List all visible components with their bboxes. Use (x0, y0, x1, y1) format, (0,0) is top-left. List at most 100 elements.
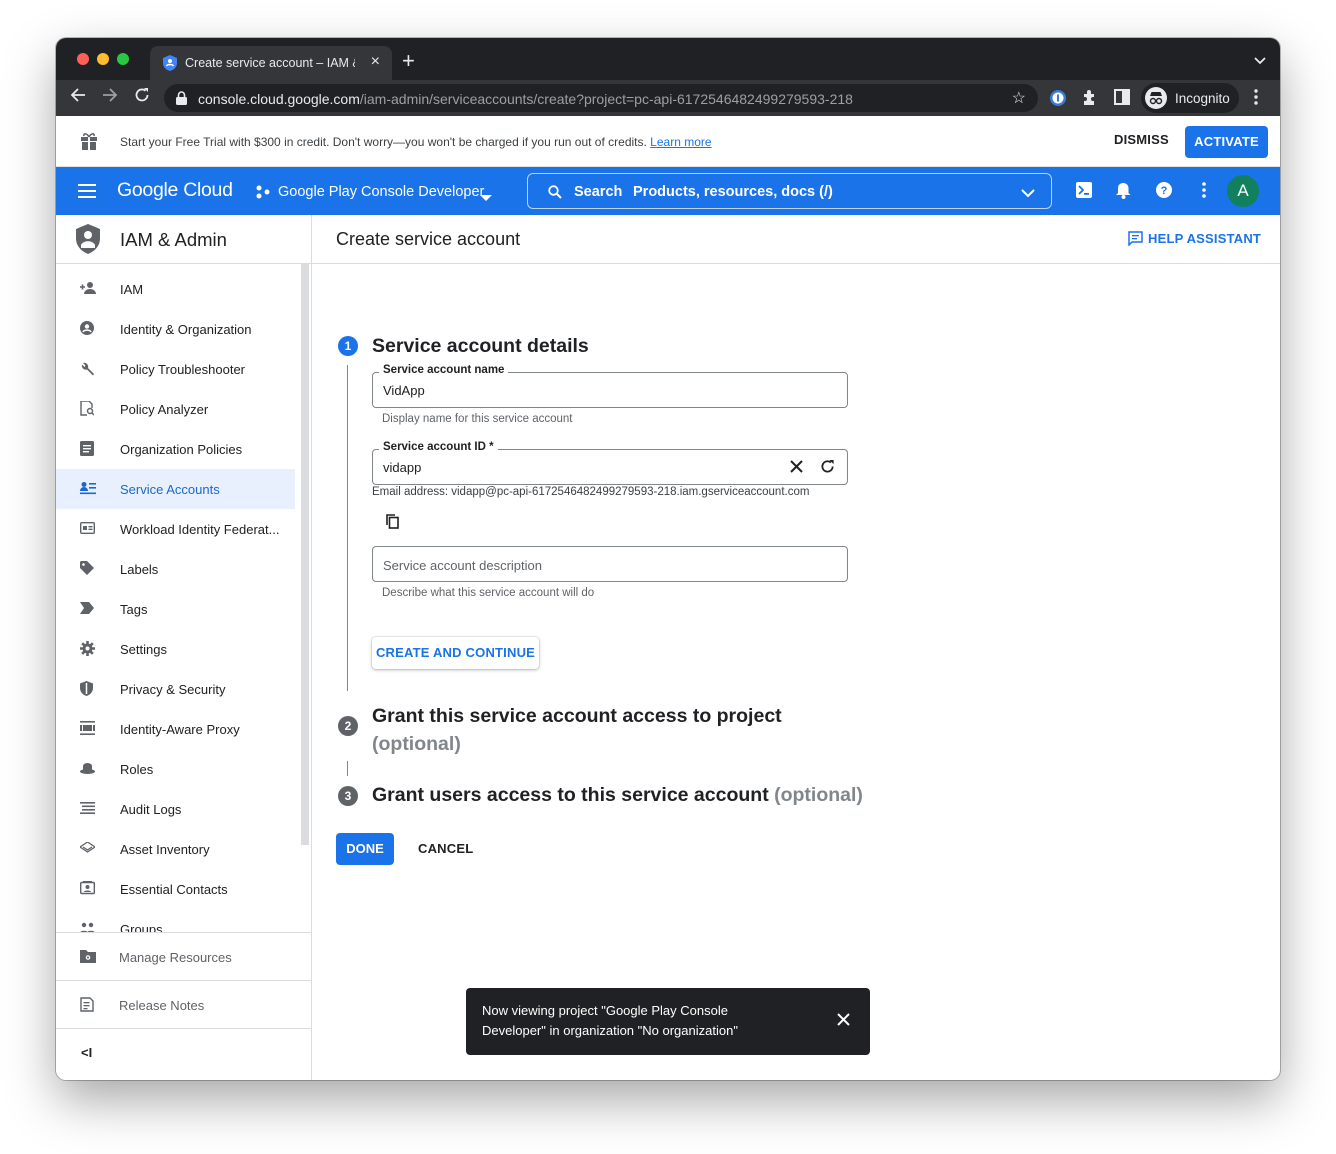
sidebar-item-tags[interactable]: Tags (56, 589, 295, 629)
toast-message: Now viewing project "Google Play Console… (482, 1003, 738, 1038)
sidebar-item-essential-contacts[interactable]: Essential Contacts (56, 869, 295, 909)
project-name: Google Play Console Developer (278, 184, 485, 200)
folder-gear-icon (80, 949, 96, 968)
cloud-shell-icon[interactable] (1076, 182, 1092, 203)
create-and-continue-button[interactable]: CREATE AND CONTINUE (372, 637, 539, 669)
incognito-profile-button[interactable]: Incognito (1141, 83, 1239, 113)
sidebar-scrollbar[interactable] (301, 263, 309, 845)
sidebar-item-identity-aware-proxy[interactable]: Identity-Aware Proxy (56, 709, 295, 749)
step-3-title[interactable]: Grant users access to this service accou… (372, 784, 863, 807)
service-account-id-field[interactable]: Service account ID * vidapp (372, 441, 848, 485)
release-notes-label: Release Notes (119, 998, 205, 1013)
collapse-sidebar-button[interactable]: <I (56, 1028, 311, 1076)
close-window-button[interactable] (77, 53, 89, 65)
hamburger-menu-icon[interactable] (78, 184, 96, 203)
sidebar-item-asset-inventory[interactable]: Asset Inventory (56, 829, 295, 869)
account-circle-icon (80, 321, 94, 340)
sidebar-item-identity-organization[interactable]: Identity & Organization (56, 309, 295, 349)
sidebar-item-settings[interactable]: Settings (56, 629, 295, 669)
notifications-bell-icon[interactable] (1116, 182, 1131, 204)
chat-icon (1128, 231, 1143, 249)
sidebar-item-label: Tags (120, 602, 148, 617)
cancel-button[interactable]: CANCEL (418, 841, 473, 856)
google-cloud-logo[interactable]: Google Cloud (117, 179, 233, 202)
minimize-window-button[interactable] (97, 53, 109, 65)
chevron-down-icon[interactable] (1021, 186, 1035, 202)
clear-id-icon[interactable] (790, 460, 803, 478)
help-assistant-label: HELP ASSISTANT (1148, 231, 1262, 246)
sidebar-menu: IAM Identity & Organization Policy Troub… (56, 265, 311, 932)
address-bar[interactable]: console.cloud.google.com/iam-admin/servi… (164, 84, 1038, 112)
done-button[interactable]: DONE (336, 833, 394, 865)
sidebar-item-privacy-security[interactable]: Privacy & Security (56, 669, 295, 709)
help-icon[interactable]: ? (1156, 182, 1172, 203)
search-placeholder: Products, resources, docs (/) (633, 184, 833, 200)
step-1-number: 1 (338, 336, 358, 356)
close-toast-icon[interactable] (837, 1012, 850, 1032)
sidebar-item-label: Asset Inventory (120, 842, 210, 857)
sidebar-item-audit-logs[interactable]: Audit Logs (56, 789, 295, 829)
sidebar-item-iam[interactable]: IAM (56, 269, 295, 309)
forward-arrow-icon[interactable] (102, 87, 118, 108)
sidebar-item-release-notes[interactable]: Release Notes (56, 980, 311, 1028)
maximize-window-button[interactable] (117, 53, 129, 65)
document-search-icon (80, 400, 95, 421)
manage-resources-label: Manage Resources (119, 950, 232, 965)
password-manager-icon[interactable] (1049, 89, 1067, 112)
browser-window: Create service account – IAM & × + conso… (56, 38, 1280, 1080)
side-panel-icon[interactable] (1114, 89, 1130, 110)
browser-tab[interactable]: Create service account – IAM & × (150, 46, 392, 80)
learn-more-link[interactable]: Learn more (650, 135, 711, 149)
dismiss-button[interactable]: DISMISS (1114, 132, 1169, 147)
sidebar-item-policy-troubleshooter[interactable]: Policy Troubleshooter (56, 349, 295, 389)
shield-favicon-icon (163, 55, 177, 74)
id-field-label: Service account ID * (379, 441, 498, 453)
description-hint: Describe what this service account will … (382, 587, 595, 599)
diamond-stack-icon (78, 841, 97, 859)
tab-title: Create service account – IAM & (185, 56, 355, 70)
close-tab-icon[interactable]: × (371, 53, 380, 71)
step-2-title-text: Grant this service account access to pro… (372, 705, 782, 727)
reload-icon[interactable] (134, 87, 150, 108)
sidebar-item-label: Organization Policies (120, 442, 243, 457)
more-options-kebab-icon[interactable] (1202, 182, 1206, 203)
step-2-title[interactable]: Grant this service account access to pro… (372, 702, 782, 758)
service-account-icon (80, 481, 96, 500)
new-tab-icon[interactable]: + (402, 48, 415, 74)
back-arrow-icon[interactable] (70, 87, 86, 108)
gift-icon (80, 132, 98, 155)
sidebar-item-workload-identity-federation[interactable]: Workload Identity Federat... (56, 509, 295, 549)
search-icon (548, 185, 562, 203)
search-bar[interactable]: Search Products, resources, docs (/) (527, 173, 1052, 209)
account-avatar[interactable]: A (1227, 175, 1259, 207)
sidebar-item-manage-resources[interactable]: Manage Resources (56, 932, 311, 980)
cloud-top-bar: Google Cloud Google Play Console Develop… (56, 167, 1280, 215)
sidebar-header: IAM & Admin (56, 215, 311, 264)
tab-search-chevron-icon[interactable] (1254, 52, 1266, 70)
sidebar-item-policy-analyzer[interactable]: Policy Analyzer (56, 389, 295, 429)
profile-label: Incognito (1175, 91, 1230, 106)
browser-menu-kebab-icon[interactable] (1254, 89, 1258, 110)
activate-button[interactable]: ACTIVATE (1185, 126, 1268, 158)
lock-icon (176, 91, 187, 110)
free-trial-banner: Start your Free Trial with $300 in credi… (56, 116, 1280, 167)
name-field-hint: Display name for this service account (382, 413, 573, 425)
sidebar-item-roles[interactable]: Roles (56, 749, 295, 789)
sidebar-item-label: Settings (120, 642, 167, 657)
project-toast: Now viewing project "Google Play Console… (466, 988, 870, 1055)
name-field-value: VidApp (383, 383, 425, 398)
copy-email-icon[interactable] (386, 514, 399, 534)
regenerate-id-icon[interactable] (820, 459, 835, 479)
bookmark-star-icon[interactable]: ☆ (1012, 88, 1026, 108)
sidebar-item-labels[interactable]: Labels (56, 549, 295, 589)
sidebar-item-groups[interactable]: Groups (56, 909, 295, 932)
service-account-name-field[interactable]: Service account name VidApp (372, 364, 848, 408)
sidebar-item-organization-policies[interactable]: Organization Policies (56, 429, 295, 469)
service-account-description-field[interactable]: Service account description (372, 546, 848, 582)
proxy-icon (80, 721, 95, 740)
extensions-puzzle-icon[interactable] (1082, 89, 1098, 111)
shield-icon (80, 681, 93, 701)
step-1-connector (347, 365, 348, 691)
sidebar-item-service-accounts[interactable]: Service Accounts (56, 469, 295, 509)
wrench-icon (80, 361, 95, 381)
